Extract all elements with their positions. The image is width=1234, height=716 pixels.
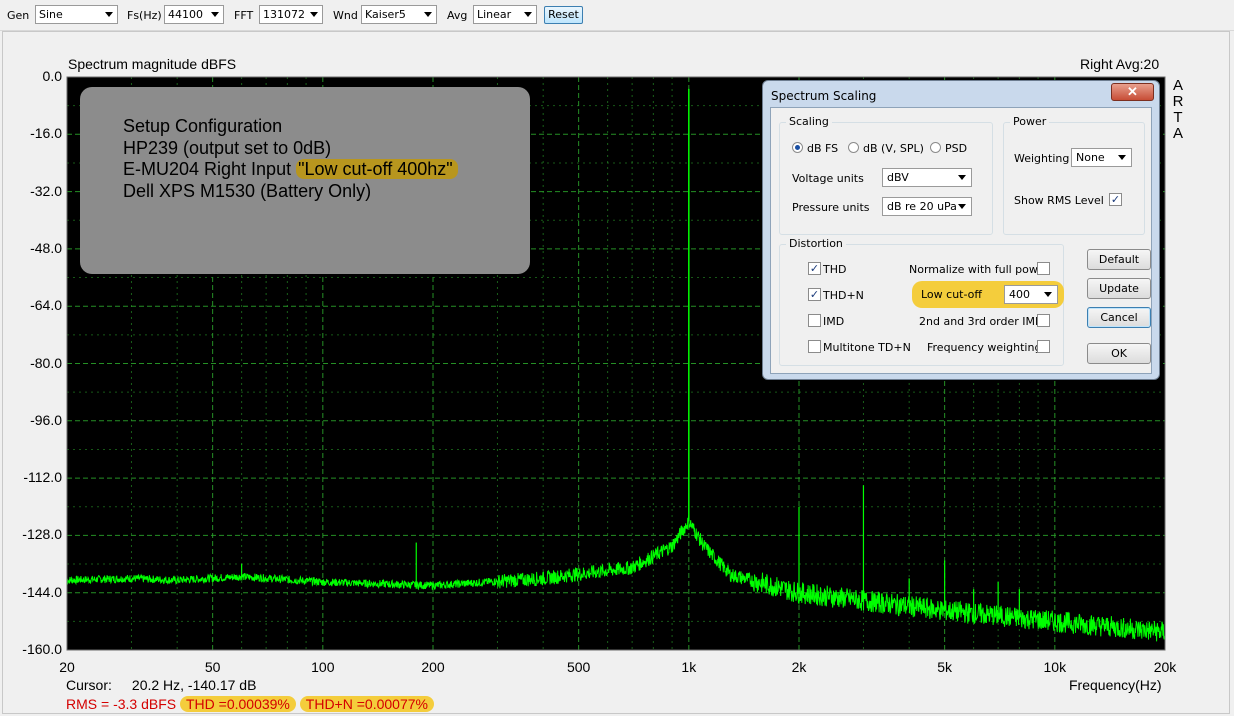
- imd23-label: 2nd and 3rd order IMD: [919, 315, 1044, 328]
- thd-value: THD =0.00039%: [179, 696, 296, 712]
- default-button[interactable]: Default: [1087, 249, 1151, 270]
- ok-button[interactable]: OK: [1087, 343, 1151, 364]
- imd-label: IMD: [823, 315, 845, 328]
- imd23-checkbox[interactable]: [1037, 314, 1050, 327]
- normalize-checkbox[interactable]: [1037, 262, 1050, 275]
- pressure-units-value: dB re 20 uPa: [887, 200, 957, 213]
- dialog-body: Scaling dB FS dB (V, SPL) PSD Voltage un…: [770, 107, 1152, 374]
- note-line: Setup Configuration: [123, 116, 283, 136]
- cancel-button[interactable]: Cancel: [1087, 307, 1151, 328]
- close-button[interactable]: ✕: [1111, 83, 1154, 101]
- x-tick-label: 5k: [937, 659, 953, 675]
- weighting-select[interactable]: None: [1071, 148, 1132, 167]
- scaling-group-title: Scaling: [786, 115, 832, 128]
- multitone-checkbox[interactable]: [808, 340, 821, 353]
- y-tick-label: -112.0: [23, 469, 62, 486]
- note-line: E-MU204 Right Input "Low cut-off 400hz": [123, 159, 458, 181]
- radio-psd-label: PSD: [945, 142, 968, 155]
- x-axis-label: Frequency(Hz): [1069, 677, 1162, 693]
- voltage-units-label: Voltage units: [792, 172, 864, 185]
- update-button[interactable]: Update: [1087, 278, 1151, 299]
- x-tick-label: 200: [421, 659, 445, 675]
- measurement-readout: RMS = -3.3 dBFS THD =0.00039% THD+N =0.0…: [66, 696, 434, 712]
- radio-dbfs[interactable]: [792, 142, 803, 153]
- y-tick-label: -144.0: [22, 583, 62, 600]
- x-tick-label: 500: [566, 659, 591, 675]
- weighting-label: Weighting: [1014, 152, 1070, 165]
- radio-dbv[interactable]: [848, 142, 859, 153]
- y-tick-label: -96.0: [30, 411, 62, 428]
- note-line: Dell XPS M1530 (Battery Only): [123, 180, 372, 201]
- scaling-group: Scaling dB FS dB (V, SPL) PSD Voltage un…: [779, 115, 993, 235]
- cursor-readout: Cursor: 20.2 Hz, -140.17 dB: [66, 677, 256, 693]
- y-tick-label: -48.0: [30, 239, 62, 256]
- radio-psd[interactable]: [930, 142, 941, 153]
- power-group: Power Weighting None Show RMS Level ✓: [1003, 115, 1145, 235]
- spectrum-scaling-dialog: Spectrum Scaling ✕ Scaling dB FS dB (V, …: [762, 80, 1160, 380]
- x-tick-label: 1k: [681, 659, 697, 675]
- note-line-prefix: E-MU204 Right Input: [123, 159, 297, 179]
- freq-weighting-checkbox[interactable]: [1037, 340, 1050, 353]
- thd-label: THD: [823, 263, 847, 276]
- lowcut-select[interactable]: 400: [1004, 285, 1058, 304]
- y-tick-label: -160.0: [22, 641, 62, 657]
- multitone-label: Multitone TD+N: [823, 341, 911, 354]
- chevron-down-icon: [1118, 155, 1126, 160]
- dialog-title: Spectrum Scaling: [771, 89, 877, 103]
- pressure-units-label: Pressure units: [792, 201, 870, 214]
- y-tick-label: -16.0: [30, 125, 62, 142]
- chevron-down-icon: [1044, 292, 1052, 297]
- note-highlight: "Low cut-off 400hz": [296, 159, 458, 179]
- imd-checkbox[interactable]: [808, 314, 821, 327]
- lowcut-value: 400: [1009, 288, 1030, 301]
- cursor-label: Cursor:: [66, 677, 112, 693]
- freq-weighting-label: Frequency weighting: [927, 341, 1042, 354]
- x-tick-label: 50: [204, 659, 221, 675]
- thdn-checkbox[interactable]: ✓: [808, 288, 821, 301]
- chevron-down-icon: [958, 204, 966, 209]
- radio-dbfs-label: dB FS: [807, 142, 839, 155]
- y-tick-label: 0.0: [42, 68, 62, 84]
- setup-note-text: Setup Configuration HP239 (output set to…: [123, 116, 458, 202]
- rms-value: RMS = -3.3 dBFS: [66, 696, 177, 712]
- normalize-label: Normalize with full power: [909, 263, 1050, 276]
- weighting-value: None: [1076, 151, 1105, 164]
- x-tick-label: 20: [59, 659, 75, 675]
- radio-dbv-label: dB (V, SPL): [863, 142, 924, 155]
- note-line: HP239 (output set to 0dB): [123, 137, 332, 158]
- thdn-label: THD+N: [823, 289, 864, 302]
- show-rms-label: Show RMS Level: [1014, 194, 1104, 207]
- x-tick-label: 20k: [1153, 659, 1177, 675]
- lowcut-label: Low cut-off: [921, 288, 982, 301]
- y-tick-label: -32.0: [30, 182, 62, 199]
- thd-checkbox[interactable]: ✓: [808, 262, 821, 275]
- cursor-value: 20.2 Hz, -140.17 dB: [131, 677, 257, 693]
- voltage-units-value: dBV: [887, 171, 909, 184]
- pressure-units-select[interactable]: dB re 20 uPa: [882, 197, 972, 216]
- show-rms-checkbox[interactable]: ✓: [1109, 193, 1122, 206]
- voltage-units-select[interactable]: dBV: [882, 168, 972, 187]
- x-tick-label: 2k: [791, 659, 807, 675]
- y-tick-label: -80.0: [30, 354, 62, 371]
- y-tick-label: -64.0: [30, 297, 62, 314]
- distortion-group-title: Distortion: [786, 237, 846, 250]
- chevron-down-icon: [958, 175, 966, 180]
- y-tick-label: -128.0: [22, 526, 62, 543]
- power-group-title: Power: [1010, 115, 1050, 128]
- x-tick-label: 10k: [1043, 659, 1067, 675]
- x-tick-label: 100: [311, 659, 335, 675]
- thdn-value: THD+N =0.00077%: [299, 696, 434, 712]
